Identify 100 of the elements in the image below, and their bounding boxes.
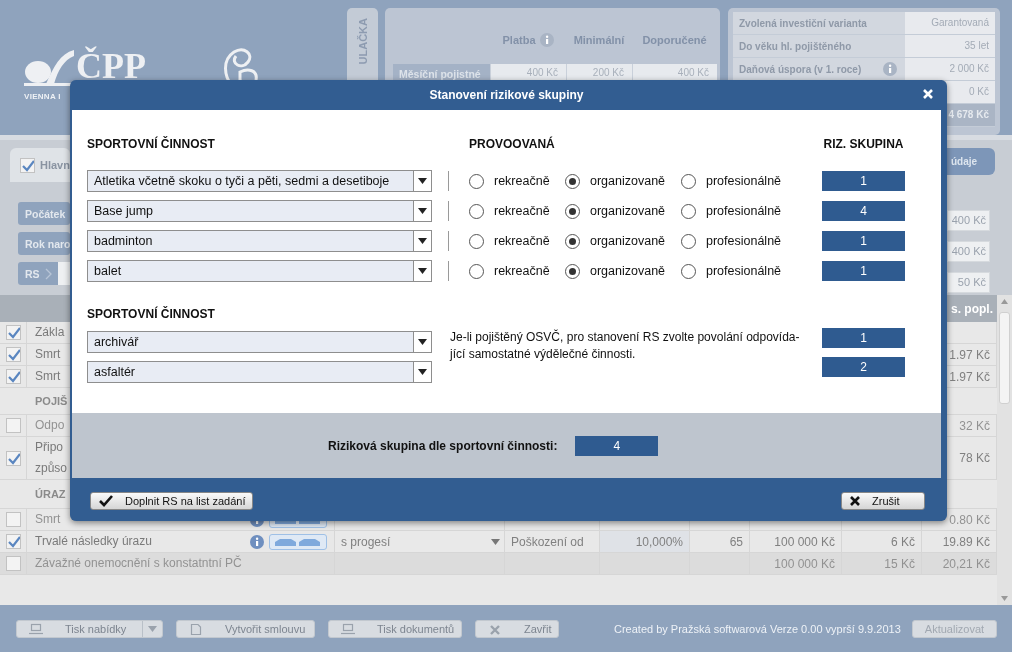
dropdown[interactable]: Base jump — [87, 200, 432, 222]
risk-group-value: 1 — [822, 261, 905, 281]
toolbar-button[interactable]: Vytvořit smlouvu — [177, 619, 320, 638]
radio-label: organizovaně — [590, 204, 666, 218]
info-icon[interactable] — [883, 62, 897, 76]
info-icon[interactable] — [250, 534, 264, 549]
caret-icon — [418, 339, 427, 345]
toolbar-button[interactable]: Zavřit — [476, 619, 566, 638]
checkbox[interactable] — [5, 450, 21, 466]
close-icon — [923, 89, 933, 99]
logo-text: ČPP — [76, 47, 146, 85]
radio-button[interactable] — [469, 263, 484, 279]
column-header: Platba — [502, 34, 536, 46]
close-icon — [850, 496, 860, 506]
summary-label: Do věku hl. pojištěného — [739, 40, 852, 52]
tab[interactable]: Hlavn — [10, 148, 70, 182]
radio-button[interactable] — [469, 173, 484, 189]
table-cell-text: 6 Kč — [890, 533, 916, 551]
row-label: Smrt — [35, 511, 61, 528]
scrollbar[interactable] — [997, 295, 1012, 605]
summary-label: Daňová úspora (v 1. roce) — [739, 63, 862, 75]
radio-button[interactable] — [469, 203, 484, 219]
radio-button[interactable] — [681, 233, 696, 249]
document-icon — [189, 622, 203, 635]
summary-label: Zvolená investiční varianta — [739, 17, 867, 29]
radio-button[interactable] — [681, 263, 696, 279]
dropdown[interactable]: badminton — [87, 230, 432, 252]
car-button[interactable] — [269, 533, 327, 550]
caret-icon — [418, 369, 427, 375]
scroll-up-icon[interactable] — [1001, 299, 1008, 304]
risk-group-value: 2 — [822, 357, 905, 377]
caret-icon — [148, 625, 157, 632]
radio-label: rekreačně — [494, 174, 550, 188]
radio-label: rekreačně — [494, 204, 550, 218]
checkbox[interactable] — [5, 534, 21, 549]
value-field[interactable]: 50 Kč — [947, 272, 990, 293]
value-field[interactable]: 400 Kč — [947, 210, 990, 231]
dropdown[interactable]: asfaltér — [87, 361, 432, 383]
risk-group-value: 4 — [575, 435, 659, 456]
table-cell-text: 20,21 Kč — [941, 555, 991, 573]
dropdown[interactable]: Atletika včetně skoku o tyči a pěti, sedmi a desetiboje — [87, 170, 432, 192]
table-cell-text: 100 000 Kč — [773, 533, 836, 551]
table-cell-text: 78 Kč — [958, 450, 991, 467]
input-field[interactable]: 10,000% — [600, 531, 689, 552]
table-cell-text: 15 Kč — [883, 555, 916, 573]
info-icon[interactable] — [539, 33, 554, 47]
radio-button[interactable] — [565, 263, 580, 279]
row-label: Připo způso — [35, 439, 68, 477]
checkbox[interactable] — [5, 369, 21, 384]
radio-button[interactable] — [469, 233, 484, 249]
row-label: Smrt — [35, 346, 61, 363]
radio-button[interactable] — [565, 203, 580, 219]
row-label: Závažné onemocnění s konstatntní PČ — [35, 554, 242, 572]
table-cell-text: 19.89 Kč — [941, 533, 991, 551]
column-header: Doporučené — [642, 34, 707, 46]
radio-button[interactable] — [681, 173, 696, 189]
radio-label: profesionálně — [706, 234, 782, 248]
result-label: Riziková skupina dle sportovní činnosti: — [328, 438, 558, 453]
checkbox[interactable] — [5, 347, 21, 362]
table-cell-text: 100 000 Kč — [773, 555, 836, 573]
cancel-button[interactable]: Zrušit — [841, 492, 925, 510]
summary-value: Garantovaná — [905, 12, 995, 34]
scroll-thumb[interactable] — [999, 312, 1010, 404]
column-header: Minimální — [573, 34, 625, 46]
credits-text: Created by Pražská softwarová Verze 0.00 vyprší 9.9.2013 — [614, 622, 901, 635]
input-field[interactable]: 65 — [690, 531, 749, 552]
logo-tagline: VIENNA I — [24, 92, 62, 101]
radio-button[interactable] — [565, 233, 580, 249]
dropdown[interactable]: archivář — [87, 331, 432, 353]
dropdown[interactable]: balet — [87, 260, 432, 282]
input-field[interactable] — [58, 262, 70, 285]
checkbox[interactable] — [5, 325, 21, 340]
radio-button[interactable] — [681, 203, 696, 219]
checkbox[interactable] — [20, 157, 35, 173]
field-label: Počátek — [18, 202, 70, 225]
radio-label: rekreačně — [494, 234, 550, 248]
row-label: Smrt — [35, 368, 61, 385]
column-header: s. popl. — [950, 300, 994, 318]
row-label: Zákla — [35, 324, 65, 341]
confirm-button[interactable]: Doplnit RS na list zadání — [90, 492, 253, 510]
radio-label: organizovaně — [590, 264, 666, 278]
field-label: RS — [18, 262, 58, 285]
risk-group-value: 4 — [822, 201, 905, 221]
radio-button[interactable] — [565, 173, 580, 189]
details-button[interactable]: údaje — [947, 148, 995, 175]
radio-label: organizovaně — [590, 174, 666, 188]
caret-icon — [418, 268, 427, 274]
dialog-title: Stanovení rizikové skupiny — [429, 88, 584, 102]
close-icon — [488, 622, 502, 635]
toolbar-button[interactable]: Tisk dokumentů — [329, 619, 469, 638]
scroll-down-icon[interactable] — [1001, 596, 1008, 601]
summary-value: 2 000 Kč — [905, 58, 995, 80]
table-cell-text: 1.97 Kč — [948, 346, 991, 364]
close-button[interactable] — [923, 89, 933, 99]
value-field[interactable]: 400 Kč — [947, 241, 990, 262]
laptop-icon — [29, 622, 43, 635]
caret-icon — [418, 178, 427, 184]
radio-label: profesionálně — [706, 174, 782, 188]
field-label: Rok naro — [18, 232, 70, 255]
check-icon — [99, 495, 113, 507]
